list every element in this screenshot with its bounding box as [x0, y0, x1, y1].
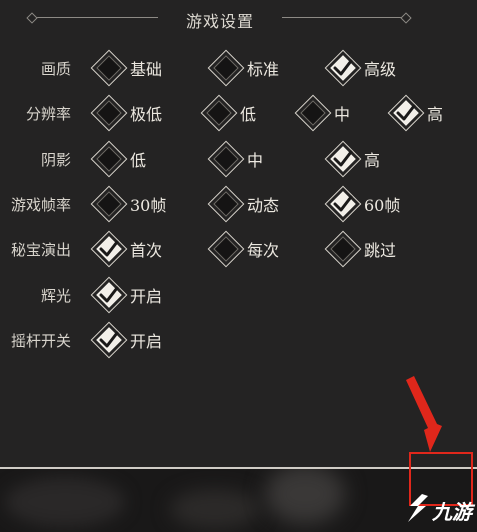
checkbox-icon[interactable]	[387, 94, 425, 132]
option-label: 基础	[130, 60, 163, 79]
option-label: 首次	[130, 241, 163, 260]
page-title: 游戏设置	[185, 12, 254, 31]
option-label: 高级	[364, 60, 397, 79]
option-label: 低	[240, 105, 257, 124]
checkbox-icon[interactable]	[324, 230, 362, 268]
option-framerate-60[interactable]: 60帧	[324, 184, 400, 224]
option-shadow-low[interactable]: 低	[90, 139, 146, 179]
option-label: 极低	[130, 105, 163, 124]
option-label: 60帧	[364, 196, 401, 215]
option-resolution-high[interactable]: 高	[387, 93, 443, 133]
row-label: 分辨率	[25, 105, 71, 123]
checkbox-icon[interactable]	[324, 49, 362, 87]
row-framerate: 游戏帧率 30帧 动态 60帧	[0, 184, 477, 224]
checkbox-icon[interactable]	[324, 185, 362, 223]
checkbox-icon[interactable]	[90, 230, 128, 268]
checkbox-icon[interactable]	[90, 94, 128, 132]
settings-panel: 游戏设置 画质 基础 标准 高级 分辨率 极低 低 中 高 阴影 低 中 高 游…	[0, 0, 477, 470]
row-quality: 画质 基础 标准 高级	[0, 48, 477, 88]
option-shadow-medium[interactable]: 中	[207, 139, 263, 179]
checkbox-icon[interactable]	[200, 94, 238, 132]
jiuyou-logo-icon	[408, 494, 428, 522]
row-label: 辉光	[40, 287, 71, 305]
row-joystick: 摇杆开关 开启	[0, 320, 477, 360]
checkmark-icon	[396, 104, 416, 121]
checkmark-icon	[333, 150, 353, 167]
row-resolution: 分辨率 极低 低 中 高	[0, 93, 477, 133]
watermark: 九游	[402, 490, 477, 528]
checkmark-icon	[99, 240, 119, 257]
option-label: 中	[247, 151, 264, 170]
checkbox-icon[interactable]	[90, 185, 128, 223]
row-label: 游戏帧率	[10, 196, 71, 214]
option-resolution-very-low[interactable]: 极低	[90, 93, 162, 133]
option-quality-high[interactable]: 高级	[324, 48, 396, 88]
row-shadow: 阴影 低 中 高	[0, 139, 477, 179]
option-resolution-low[interactable]: 低	[200, 93, 256, 133]
checkbox-icon[interactable]	[207, 140, 245, 178]
option-resolution-medium[interactable]: 中	[294, 93, 350, 133]
option-joystick-on[interactable]: 开启	[90, 320, 162, 360]
option-label: 高	[364, 151, 381, 170]
row-label: 秘宝演出	[10, 241, 71, 259]
option-quality-standard[interactable]: 标准	[207, 48, 279, 88]
option-label: 30帧	[130, 196, 167, 215]
settings-header: 游戏设置	[0, 6, 477, 31]
title-ornament-left	[26, 12, 158, 24]
checkbox-icon[interactable]	[207, 230, 245, 268]
checkbox-icon[interactable]	[90, 140, 128, 178]
checkbox-icon[interactable]	[324, 140, 362, 178]
row-label: 画质	[40, 60, 71, 78]
title-ornament-right	[282, 12, 412, 24]
option-label: 每次	[247, 241, 280, 260]
checkbox-icon[interactable]	[90, 321, 128, 359]
checkbox-icon[interactable]	[90, 49, 128, 87]
option-glow-on[interactable]: 开启	[90, 275, 162, 315]
checkmark-icon	[99, 286, 119, 303]
row-glow: 辉光 开启	[0, 275, 477, 315]
option-treasure-every[interactable]: 每次	[207, 229, 279, 269]
watermark-text: 九游	[432, 500, 472, 524]
row-treasure-show: 秘宝演出 首次 每次 跳过	[0, 229, 477, 269]
checkmark-icon	[333, 59, 353, 76]
row-label: 阴影	[40, 151, 71, 169]
option-framerate-dynamic[interactable]: 动态	[207, 184, 279, 224]
option-label: 中	[334, 105, 351, 124]
checkmark-icon	[99, 331, 119, 348]
option-label: 动态	[247, 196, 280, 215]
option-label: 低	[130, 151, 147, 170]
option-treasure-first[interactable]: 首次	[90, 229, 162, 269]
option-label: 跳过	[364, 241, 397, 260]
checkmark-icon	[333, 195, 353, 212]
option-label: 开启	[130, 287, 163, 306]
option-shadow-high[interactable]: 高	[324, 139, 380, 179]
checkbox-icon[interactable]	[294, 94, 332, 132]
option-label: 开启	[130, 332, 163, 351]
row-label: 摇杆开关	[10, 332, 71, 350]
checkbox-icon[interactable]	[207, 185, 245, 223]
checkbox-icon[interactable]	[207, 49, 245, 87]
option-label: 标准	[247, 60, 280, 79]
option-quality-basic[interactable]: 基础	[90, 48, 162, 88]
checkbox-icon[interactable]	[90, 276, 128, 314]
option-framerate-30[interactable]: 30帧	[90, 184, 166, 224]
option-label: 高	[427, 105, 444, 124]
option-treasure-skip[interactable]: 跳过	[324, 229, 396, 269]
